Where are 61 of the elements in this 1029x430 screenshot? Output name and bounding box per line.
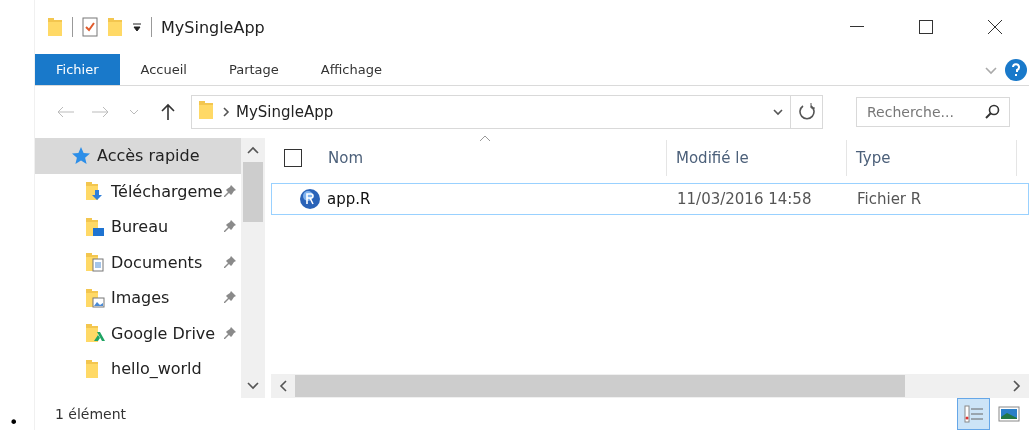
scrollbar-thumb[interactable] bbox=[295, 375, 905, 397]
new-folder-icon bbox=[107, 17, 123, 37]
ribbon-tab[interactable]: Partage bbox=[207, 54, 300, 85]
chevron-right-icon bbox=[1013, 380, 1021, 392]
breadcrumb-chevron-icon bbox=[220, 106, 232, 118]
maximize-icon bbox=[918, 20, 933, 34]
folder-icon bbox=[47, 17, 63, 37]
tiles-view-icon bbox=[997, 405, 1020, 423]
search-field[interactable]: Recherche... bbox=[856, 97, 1010, 127]
properties-icon[interactable] bbox=[82, 17, 98, 37]
window-title: MySingleApp bbox=[161, 17, 265, 37]
arrow-left-icon bbox=[57, 106, 75, 118]
scrollbar-thumb[interactable] bbox=[243, 162, 263, 222]
file-name-cell: app.R bbox=[272, 188, 668, 210]
column-header[interactable]: Modifié le bbox=[667, 140, 847, 176]
pin-icon[interactable] bbox=[223, 290, 237, 304]
minimize-icon bbox=[849, 26, 864, 28]
download-folder-icon bbox=[85, 181, 105, 202]
ribbon-tab[interactable]: Affichage bbox=[299, 54, 403, 85]
list-bullet: • bbox=[9, 413, 19, 430]
chevron-down-icon bbox=[772, 106, 784, 118]
nav-item[interactable]: Documents bbox=[35, 244, 241, 280]
pictures-folder-icon bbox=[85, 287, 105, 308]
pin-icon[interactable] bbox=[223, 325, 237, 340]
file-menu-button[interactable]: Fichier bbox=[35, 54, 120, 85]
details-view-icon bbox=[962, 403, 985, 425]
chevron-down-icon bbox=[129, 109, 139, 115]
nav-item[interactable]: Bureau bbox=[35, 209, 241, 245]
pin-icon[interactable] bbox=[223, 254, 237, 269]
documents-folder-icon bbox=[85, 252, 105, 273]
item-count: 1 élément bbox=[55, 406, 127, 422]
chevron-up-icon bbox=[247, 146, 259, 154]
file-type-cell-text: Fichier R bbox=[856, 190, 923, 208]
arrow-up-icon bbox=[161, 103, 175, 121]
arrow-right-icon bbox=[91, 106, 109, 118]
column-header[interactable]: Nom bbox=[319, 140, 667, 176]
chevron-down-icon bbox=[247, 382, 259, 390]
nav-item[interactable]: Téléchargeme bbox=[35, 173, 241, 209]
customize-dropdown-icon[interactable] bbox=[132, 22, 142, 32]
select-all-checkbox[interactable] bbox=[284, 149, 302, 167]
column-header[interactable]: Type bbox=[847, 140, 1017, 176]
r-script-file-icon bbox=[299, 188, 321, 210]
file-row[interactable]: app.R 11/03/2016 14:58 Fichier R bbox=[271, 183, 1029, 215]
nav-item[interactable]: Accès rapide bbox=[35, 138, 241, 174]
nav-item[interactable]: hello_world bbox=[35, 351, 241, 387]
close-icon bbox=[987, 20, 1002, 34]
star-icon bbox=[71, 145, 91, 166]
pin-icon[interactable] bbox=[223, 183, 237, 198]
ribbon-tab[interactable]: Accueil bbox=[119, 54, 208, 85]
nav-item[interactable]: Images bbox=[35, 280, 241, 316]
pin-icon[interactable] bbox=[223, 219, 237, 233]
modified-date-cell-text: 11/03/2016 14:58 bbox=[676, 190, 813, 208]
drive-folder-icon bbox=[85, 323, 105, 344]
search-icon bbox=[984, 104, 1000, 120]
nav-item[interactable]: Google Drive bbox=[35, 315, 241, 351]
folder-icon bbox=[198, 100, 214, 120]
refresh-icon bbox=[798, 103, 815, 121]
help-icon[interactable] bbox=[1005, 58, 1027, 81]
breadcrumb[interactable]: MySingleApp bbox=[232, 103, 338, 121]
chevron-left-icon bbox=[279, 380, 287, 392]
desktop-folder-icon bbox=[85, 216, 105, 237]
